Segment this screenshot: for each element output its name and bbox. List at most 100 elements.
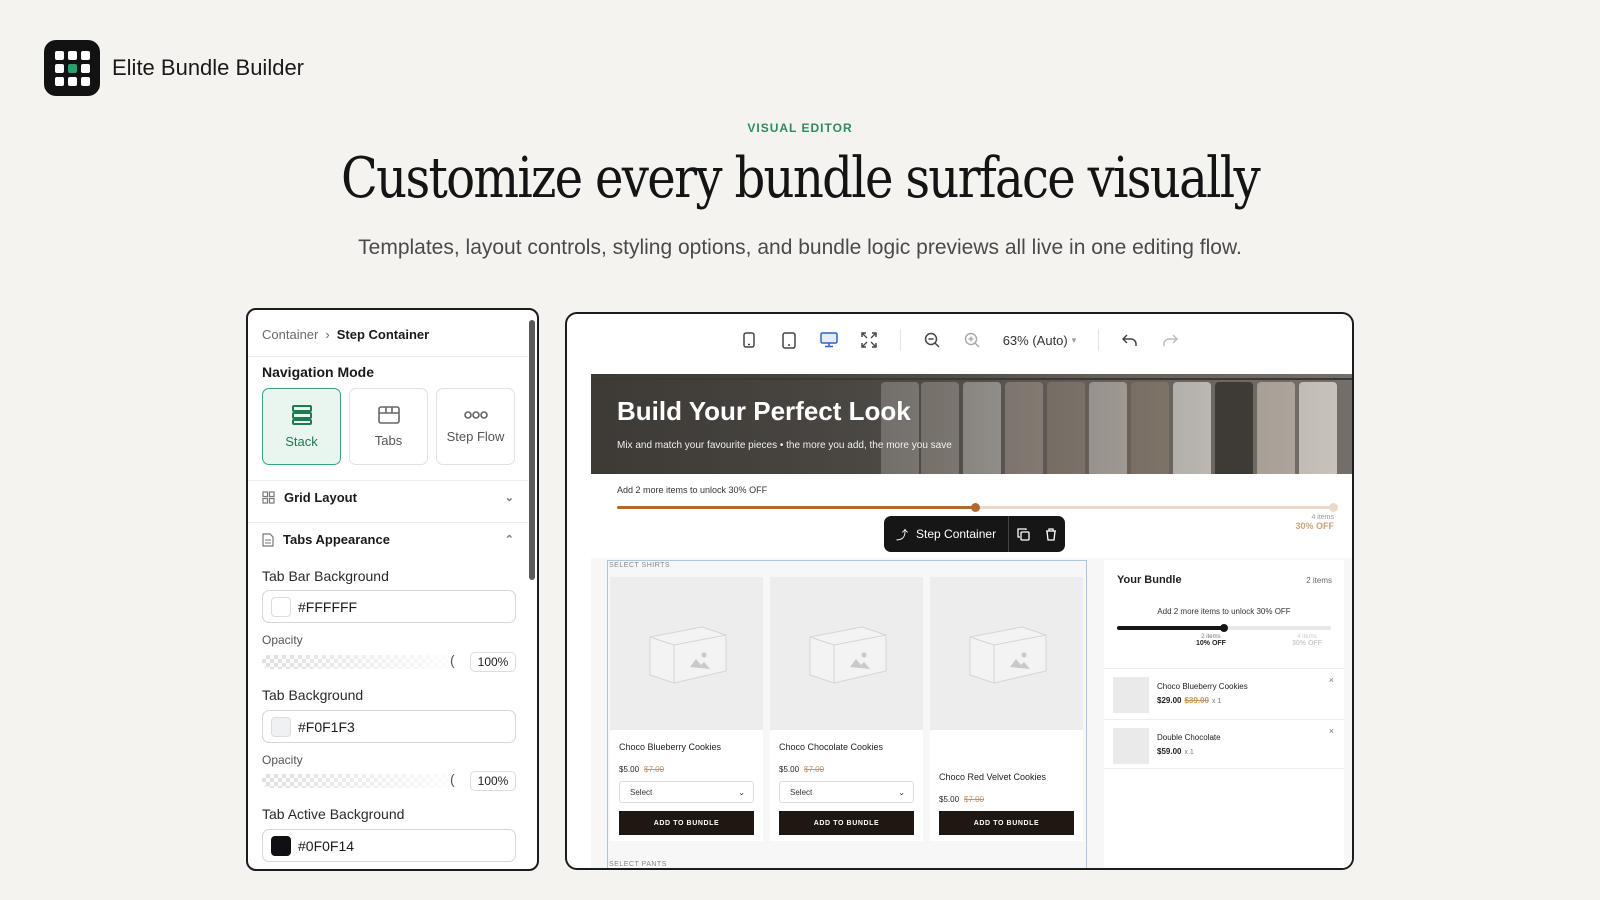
tab-bar-background-input[interactable]: #FFFFFF [262, 590, 516, 623]
compare-price: $7.00 [644, 765, 665, 774]
duplicate-icon[interactable] [1009, 516, 1037, 552]
zoom-out-icon[interactable] [923, 331, 941, 349]
variant-select[interactable]: Select ⌄ [779, 781, 914, 803]
mobile-view-icon[interactable] [740, 331, 758, 349]
product-name: Choco Blueberry Cookies [619, 742, 722, 752]
product-image [610, 577, 763, 730]
step-container-chip[interactable]: ⤴ Step Container [884, 516, 1066, 552]
add-to-bundle-button[interactable]: ADD TO BUNDLE [779, 811, 914, 835]
chevron-down-icon: ⌄ [504, 492, 514, 504]
bundle-item-name: Double Chocolate [1157, 733, 1221, 742]
progress-marker [971, 503, 980, 512]
progress-message: Add 2 more items to unlock 30% OFF [617, 485, 768, 495]
bundle-item-thumb [1113, 677, 1149, 713]
opacity-slider[interactable] [262, 655, 452, 669]
document-icon [262, 532, 274, 547]
end-items: 4 items [1311, 514, 1334, 521]
tabs-appearance-section[interactable]: Tabs Appearance ⌃ [262, 532, 514, 547]
product-name: Choco Red Velvet Cookies [939, 772, 1047, 782]
color-value: #0F0F14 [298, 837, 355, 854]
bundle-count: 2 items [1306, 576, 1332, 585]
variant-select[interactable]: Select ⌄ [619, 781, 754, 803]
trash-icon[interactable] [1037, 516, 1065, 552]
bundle-item: Choco Blueberry Cookies $29.00 $39.00 x 1 … [1104, 668, 1344, 718]
bundle-item-name: Choco Blueberry Cookies [1157, 682, 1248, 691]
chevron-up-icon: ⌃ [504, 534, 514, 546]
tab-background-input[interactable]: #F0F1F3 [262, 710, 516, 743]
navigation-mode-options: Stack Tabs Step Flow [262, 388, 515, 465]
chevron-down-icon: ⌄ [898, 787, 905, 797]
product-price: $5.00 $7.00 [939, 795, 985, 804]
breadcrumb-parent[interactable]: Container [262, 327, 318, 342]
product-card: Choco Chocolate Cookies $5.00 $7.00 Selec… [770, 577, 923, 841]
tablet-view-icon[interactable] [780, 331, 798, 349]
zoom-select[interactable]: 63% (Auto) ▾ [1003, 333, 1077, 348]
color-swatch[interactable] [271, 835, 291, 856]
nav-option-label: Step Flow [446, 429, 505, 444]
grid-layout-section[interactable]: Grid Layout ⌄ [262, 490, 514, 505]
nav-option-step-flow[interactable]: Step Flow [436, 388, 515, 465]
color-value: #F0F1F3 [298, 718, 355, 735]
section-label-shirts: SELECT SHIRTS [609, 562, 671, 569]
preview-canvas: Build Your Perfect Look Mix and match yo… [591, 374, 1352, 868]
opacity-slider[interactable] [262, 774, 452, 788]
color-value: #FFFFFF [298, 598, 358, 615]
color-swatch[interactable] [271, 596, 291, 617]
product-card: Choco Red Velvet Cookies $5.00 $7.00 ADD … [930, 577, 1083, 841]
chevron-right-icon: › [325, 327, 330, 342]
nav-option-label: Stack [285, 434, 318, 449]
banner-title: Build Your Perfect Look [617, 396, 911, 426]
tab-active-background-label: Tab Active Background [262, 806, 405, 822]
bundle-item-price: $59.00 x 1 [1157, 747, 1194, 756]
desktop-view-icon[interactable] [819, 331, 838, 349]
editor-panel: Container › Step Container Navigation Mo… [246, 308, 539, 871]
add-to-bundle-button[interactable]: ADD TO BUNDLE [939, 811, 1074, 835]
nav-option-label: Tabs [374, 433, 403, 448]
opacity-label: Opacity [262, 753, 303, 767]
select-parent-icon[interactable]: ⤴ [896, 526, 908, 543]
bundle-item-thumb [1113, 728, 1149, 764]
remove-item-icon[interactable]: × [1329, 726, 1334, 736]
add-to-bundle-button[interactable]: ADD TO BUNDLE [619, 811, 754, 835]
opacity-value[interactable]: 100% [470, 771, 516, 791]
breadcrumb: Container › Step Container [262, 327, 429, 342]
slider-thumb[interactable]: ( [450, 771, 455, 787]
bundle-item: Double Chocolate $59.00 x 1 × [1104, 719, 1344, 769]
bundle-title: Your Bundle [1117, 574, 1182, 586]
products-step: SELECT SHIRTS Choco Blueberry Cookies $5… [607, 560, 1087, 868]
section-title: Tabs Appearance [283, 532, 390, 547]
slider-thumb[interactable]: ( [450, 652, 455, 668]
brand-name: Elite Bundle Builder [112, 55, 305, 80]
nav-option-tabs[interactable]: Tabs [349, 388, 428, 465]
product-card: Choco Blueberry Cookies $5.00 $7.00 Selec… [610, 577, 763, 841]
undo-icon[interactable] [1121, 331, 1139, 349]
navigation-mode-title: Navigation Mode [262, 364, 375, 380]
nav-option-stack[interactable]: Stack [262, 388, 341, 465]
redo-icon[interactable] [1161, 331, 1179, 349]
tab-background-label: Tab Background [262, 687, 364, 703]
bundle-progress-track [1117, 624, 1331, 632]
eyebrow: VISUAL EDITOR [747, 121, 853, 135]
opacity-value[interactable]: 100% [470, 652, 516, 672]
zoom-in-icon[interactable] [963, 331, 981, 349]
subhead: Templates, layout controls, styling opti… [358, 236, 1242, 259]
hero-banner: Build Your Perfect Look Mix and match yo… [591, 374, 1352, 474]
tab-active-background-input[interactable]: #0F0F14 [262, 829, 516, 862]
product-price: $5.00 $7.00 [779, 765, 825, 774]
compare-price: $7.00 [804, 765, 825, 774]
scrollbar[interactable] [529, 320, 535, 580]
brand-logo-icon [44, 40, 100, 96]
chevron-down-icon: ▾ [1071, 334, 1077, 345]
fullscreen-icon[interactable] [860, 331, 878, 349]
end-discount: 30% OFF [1295, 521, 1334, 531]
bundle-tick: 2 items 10% OFF [1196, 634, 1226, 647]
remove-item-icon[interactable]: × [1329, 675, 1334, 685]
bundle-tick: 4 items 30% OFF [1292, 634, 1322, 647]
zoom-value: 63% (Auto) [1002, 332, 1068, 348]
chevron-down-icon: ⌄ [738, 787, 745, 797]
breadcrumb-current: Step Container [336, 327, 430, 342]
product-name: Choco Chocolate Cookies [779, 742, 884, 752]
color-swatch[interactable] [271, 716, 291, 737]
banner-subtitle: Mix and match your favourite pieces • th… [617, 440, 952, 451]
bundle-progress-fill [1117, 626, 1224, 630]
